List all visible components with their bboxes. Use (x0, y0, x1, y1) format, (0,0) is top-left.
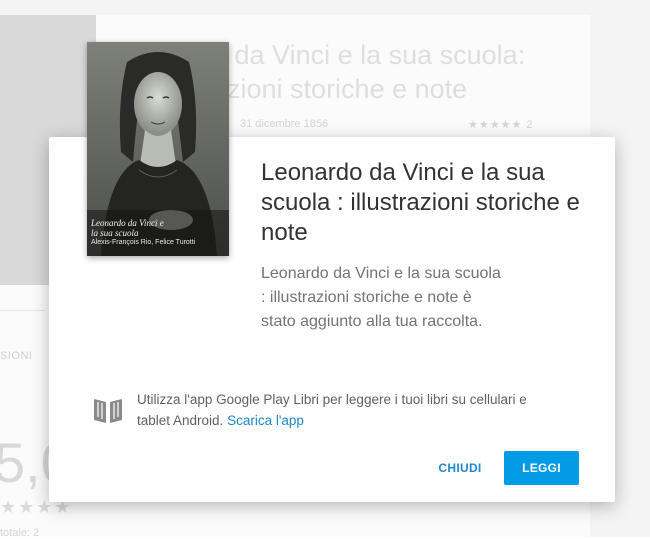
background-date: 31 dicembre 1856 (240, 118, 329, 130)
promo-message: Utilizza l'app Google Play Libri per leg… (137, 392, 527, 428)
read-button[interactable]: LEGGI (504, 451, 579, 485)
dialog-title: Leonardo da Vinci e la sua scuola : illu… (261, 159, 580, 246)
background-divider (0, 310, 45, 311)
close-button[interactable]: CHIUDI (432, 453, 488, 483)
background-rating-count: 2 (526, 119, 534, 131)
background-reviews-label: SIONI (0, 350, 33, 362)
book-cover: Leonardo da Vinci e la sua scuola Alexis… (87, 42, 229, 256)
dialog-message: Leonardo da Vinci e la sua scuola : illu… (261, 265, 501, 330)
open-book-icon (94, 399, 122, 423)
promo-text: Utilizza l'app Google Play Libri per leg… (137, 389, 557, 431)
background-rating-stars: ★★★★★ (468, 119, 523, 131)
background-rating: ★★★★★ 2 (468, 118, 534, 131)
background-total: totale: 2 (0, 527, 40, 539)
cover-title: Leonardo da Vinci e la sua scuola (91, 218, 164, 238)
cover-authors: Alexis-François Rio, Felice Turotti (91, 239, 196, 246)
background-book-title: o da Vinci e la sua scuola: azioni stori… (212, 40, 526, 104)
download-app-link[interactable]: Scarica l'app (227, 413, 304, 428)
